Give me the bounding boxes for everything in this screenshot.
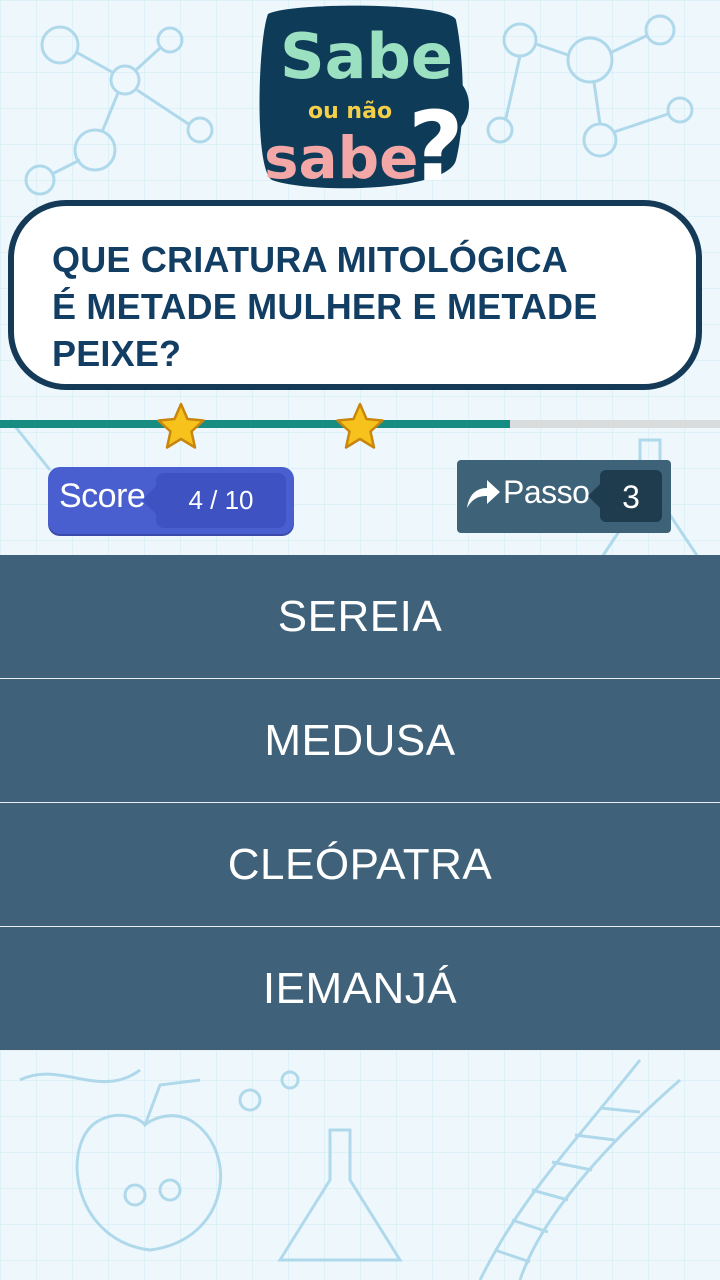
app-logo: Sabe ou não sabe ? bbox=[259, 5, 469, 195]
answer-list: SEREIA MEDUSA CLEÓPATRA IEMANJÁ bbox=[0, 555, 720, 1051]
score-label: Score bbox=[59, 477, 146, 515]
pass-count: 3 bbox=[622, 479, 640, 515]
star-icon bbox=[157, 402, 205, 449]
pass-button[interactable]: Passo 3 bbox=[457, 460, 671, 533]
score-value-box: 4 / 10 bbox=[142, 473, 286, 528]
pass-count-box: 3 bbox=[588, 470, 662, 522]
logo-line3: sabe bbox=[264, 124, 419, 192]
answer-button[interactable]: SEREIA bbox=[0, 555, 720, 679]
score-badge: Score 4 / 10 bbox=[48, 467, 294, 534]
answer-button[interactable]: MEDUSA bbox=[0, 679, 720, 803]
star-icon bbox=[336, 402, 384, 449]
pass-label: Passo bbox=[503, 474, 590, 510]
forward-arrow-icon bbox=[467, 480, 500, 508]
answer-button[interactable]: CLEÓPATRA bbox=[0, 803, 720, 927]
question-bubble: QUE CRIATURA MITOLÓGICA É METADE MULHER … bbox=[8, 200, 702, 390]
progress-fill bbox=[0, 420, 510, 428]
logo-question-mark: ? bbox=[408, 91, 464, 195]
logo-line2: ou não bbox=[308, 99, 392, 124]
answer-button[interactable]: IEMANJÁ bbox=[0, 927, 720, 1051]
score-value: 4 / 10 bbox=[188, 485, 254, 515]
logo-line1: Sabe bbox=[280, 20, 453, 93]
question-text: QUE CRIATURA MITOLÓGICA É METADE MULHER … bbox=[52, 239, 598, 374]
